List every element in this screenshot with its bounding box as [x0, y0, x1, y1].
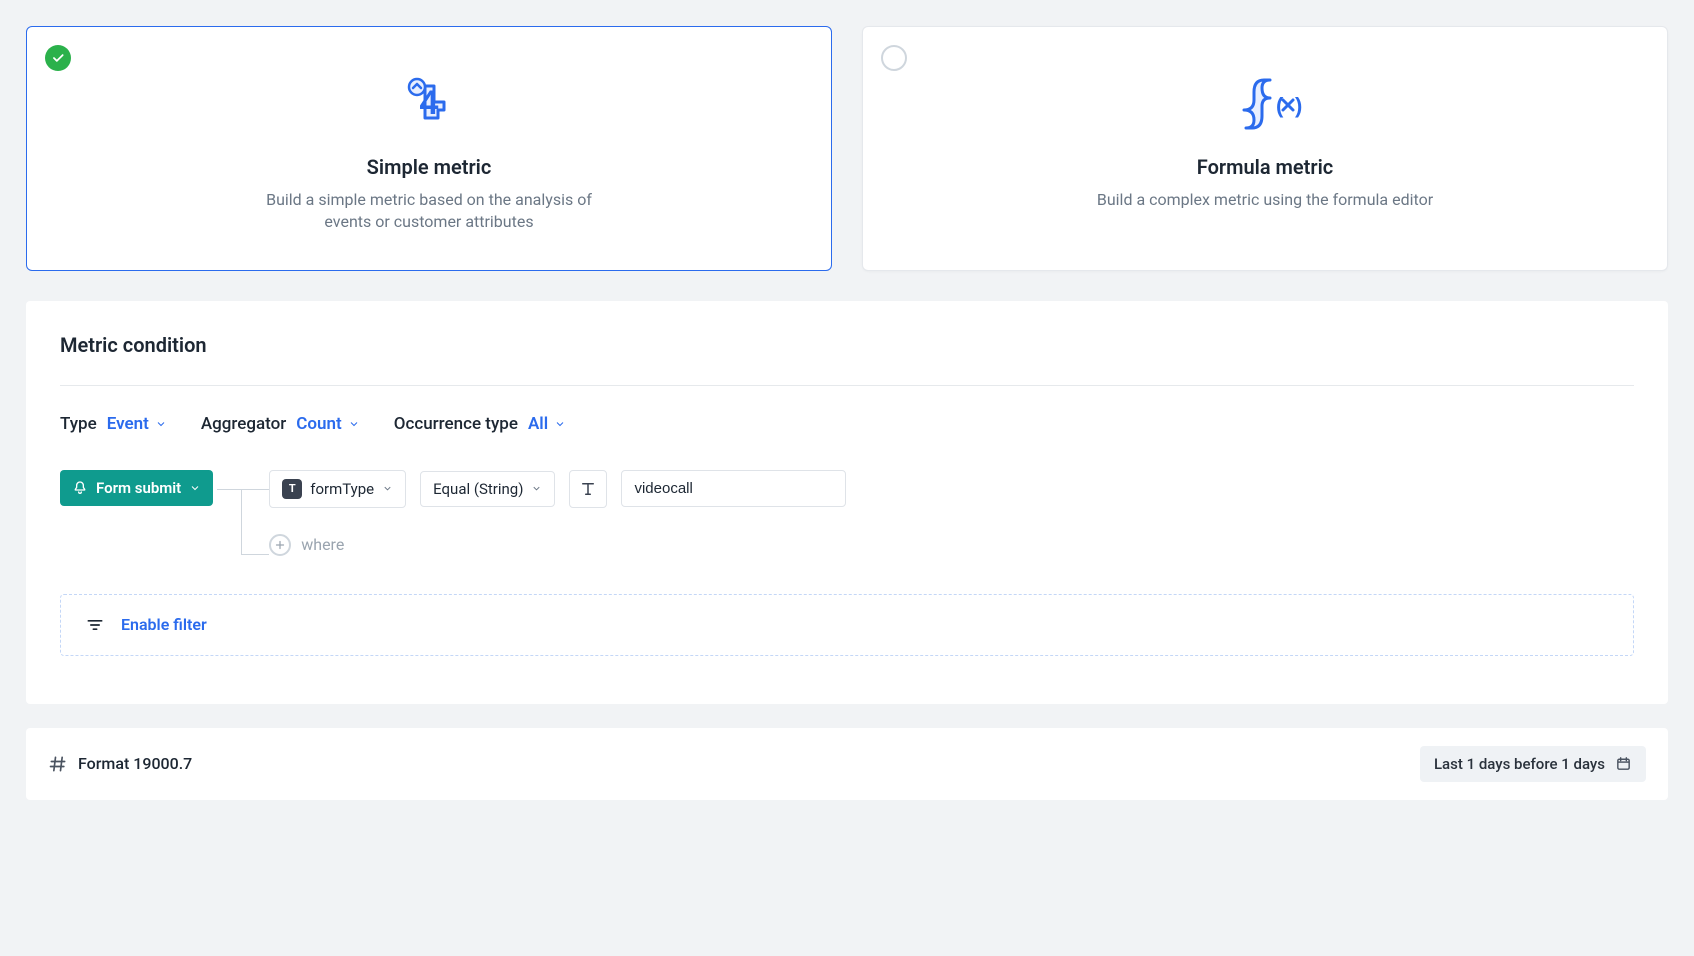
date-range-label: Last 1 days before 1 days: [1434, 755, 1605, 773]
calendar-icon: [1615, 755, 1632, 772]
text-format-icon: [569, 470, 607, 508]
event-selector[interactable]: Form submit: [60, 470, 213, 506]
event-name: Form submit: [96, 479, 181, 497]
chevron-down-icon: [382, 483, 393, 494]
occurrence-dropdown[interactable]: All: [528, 414, 566, 434]
type-dropdown[interactable]: Event: [107, 414, 167, 434]
chevron-down-icon: [189, 482, 201, 494]
chevron-down-icon: [531, 483, 542, 494]
aggregator-selector: Aggregator Count: [201, 414, 360, 434]
chevron-down-icon: [348, 418, 360, 430]
aggregator-value: Count: [296, 414, 341, 434]
where-label: where: [301, 535, 344, 554]
occurrence-selector: Occurrence type All: [394, 414, 566, 434]
metric-condition-panel: Metric condition Type Event Aggregator C…: [26, 301, 1668, 704]
occurrence-label: Occurrence type: [394, 414, 518, 434]
bell-icon: [72, 480, 88, 496]
occurrence-value: All: [528, 414, 548, 434]
condition-row: T formType Equal (String): [269, 470, 846, 508]
radio-unchecked-icon: [881, 45, 907, 71]
aggregator-dropdown[interactable]: Count: [296, 414, 359, 434]
operator-value: Equal (String): [433, 480, 523, 498]
enable-filter-label: Enable filter: [121, 615, 207, 634]
date-range-selector[interactable]: Last 1 days before 1 days: [1420, 746, 1646, 782]
plus-circle-icon: [269, 534, 291, 556]
type-label: Type: [60, 414, 97, 434]
check-icon: [45, 45, 71, 71]
simple-metric-card[interactable]: 4 Simple metric Build a simple metric ba…: [26, 26, 832, 271]
enable-filter-button[interactable]: Enable filter: [60, 594, 1634, 656]
operator-selector[interactable]: Equal (String): [420, 471, 555, 507]
value-input[interactable]: [621, 470, 846, 507]
formula-metric-icon: ( ): [893, 57, 1637, 145]
type-value: Event: [107, 414, 149, 434]
connector-line: [213, 470, 269, 566]
metric-type-cards: 4 Simple metric Build a simple metric ba…: [26, 26, 1668, 271]
format-display[interactable]: Format 19000.7: [48, 754, 192, 774]
card-title: Formula metric: [893, 155, 1637, 179]
attribute-name: formType: [310, 480, 374, 498]
footer-bar: Format 19000.7 Last 1 days before 1 days: [26, 728, 1668, 800]
divider: [60, 385, 1634, 386]
filter-icon: [85, 615, 105, 635]
svg-text:(: (: [1276, 93, 1284, 118]
simple-metric-icon: 4: [57, 57, 801, 145]
type-selector: Type Event: [60, 414, 167, 434]
add-where-button[interactable]: where: [269, 534, 846, 556]
format-label: Format 19000.7: [78, 754, 192, 773]
card-description: Build a complex metric using the formula…: [1095, 189, 1435, 211]
selectors-row: Type Event Aggregator Count Occurrence t…: [60, 414, 1634, 434]
attribute-selector[interactable]: T formType: [269, 470, 406, 508]
condition-rows: T formType Equal (String) where: [269, 470, 846, 556]
chevron-down-icon: [554, 418, 566, 430]
condition-builder: Form submit T formType Equal (String): [60, 470, 1634, 566]
card-description: Build a simple metric based on the analy…: [259, 189, 599, 234]
hash-icon: [48, 754, 68, 774]
chevron-down-icon: [155, 418, 167, 430]
svg-text:): ): [1295, 93, 1302, 118]
text-type-icon: T: [282, 479, 302, 499]
formula-metric-card[interactable]: ( ) Formula metric Build a complex metri…: [862, 26, 1668, 271]
card-title: Simple metric: [57, 155, 801, 179]
aggregator-label: Aggregator: [201, 414, 286, 434]
panel-heading: Metric condition: [60, 333, 1634, 357]
